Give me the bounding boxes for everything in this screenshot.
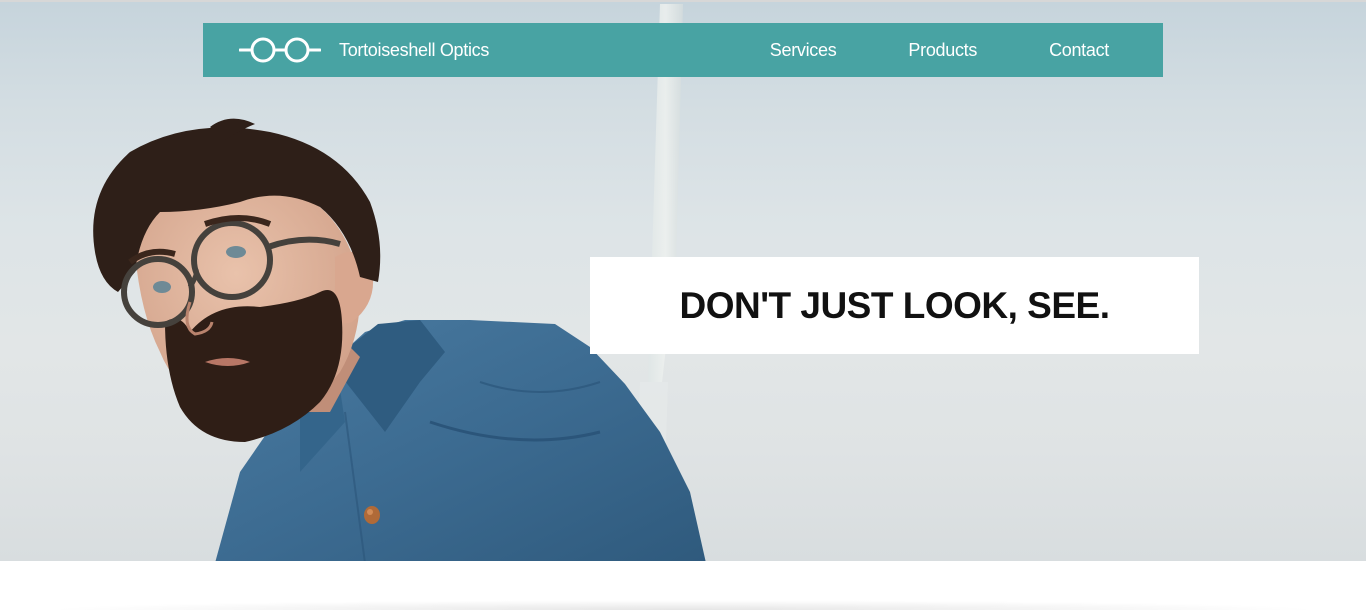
brand-link[interactable]: Tortoiseshell Optics: [239, 23, 489, 77]
nav-contact-link[interactable]: Contact: [1049, 40, 1109, 61]
glasses-icon: [239, 37, 321, 63]
brand-name: Tortoiseshell Optics: [339, 39, 490, 60]
nav-services-link[interactable]: Services: [770, 40, 837, 61]
nav-products-link[interactable]: Products: [908, 40, 977, 61]
tagline-box: DON'T JUST LOOK, SEE.: [590, 257, 1199, 354]
section-shadow: [40, 600, 1326, 610]
nav-links: Services Products Contact: [770, 23, 1110, 77]
hero-section: Tortoiseshell Optics Services Products C…: [0, 0, 1366, 561]
hero-tagline: DON'T JUST LOOK, SEE.: [679, 284, 1110, 326]
top-navbar: Tortoiseshell Optics Services Products C…: [203, 23, 1163, 77]
